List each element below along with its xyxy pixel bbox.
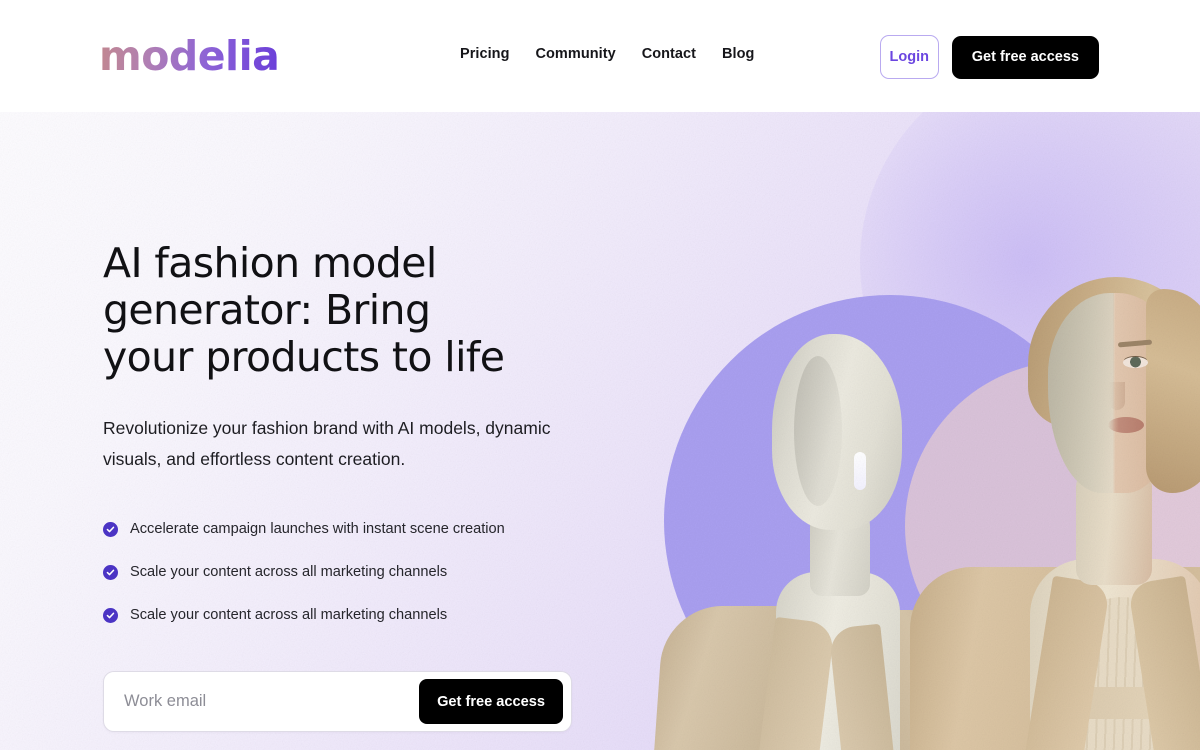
benefit-text: Scale your content across all marketing … — [130, 607, 448, 623]
email-signup-form: Get free access — [103, 671, 572, 732]
check-circle-icon — [103, 521, 118, 537]
list-item: Scale your content across all marketing … — [103, 606, 623, 624]
nav-item-blog[interactable]: Blog — [722, 46, 754, 62]
email-input[interactable] — [104, 672, 420, 731]
hero-section: AI fashion model generator: Bring your p… — [0, 112, 1200, 750]
nav-item-pricing[interactable]: Pricing — [460, 46, 510, 62]
model-skirt — [1048, 717, 1200, 750]
hero-headline: AI fashion model generator: Bring your p… — [103, 239, 505, 381]
check-circle-icon — [103, 564, 118, 580]
site-header: modelia Pricing Community Contact Blog L… — [0, 0, 1200, 112]
list-item: Scale your content across all marketing … — [103, 563, 623, 581]
list-item: Accelerate campaign launches with instan… — [103, 520, 623, 538]
nav-item-contact[interactable]: Contact — [642, 46, 696, 62]
brand-logo[interactable]: modelia — [99, 33, 280, 79]
header-get-free-access-button[interactable]: Get free access — [951, 35, 1099, 79]
check-circle-icon — [103, 607, 118, 623]
benefit-text: Scale your content across all marketing … — [130, 564, 448, 580]
hero-subheadline: Revolutionize your fashion brand with AI… — [103, 418, 551, 469]
model-belt — [1058, 687, 1186, 719]
hero-copy: AI fashion model generator: Bring your p… — [103, 240, 623, 624]
landing-page: modelia Pricing Community Contact Blog L… — [0, 0, 1200, 750]
login-button[interactable]: Login — [879, 35, 939, 79]
header-actions: Login Get free access — [879, 35, 1099, 79]
hero-get-free-access-button[interactable]: Get free access — [419, 679, 563, 724]
hero-benefits-list: Accelerate campaign launches with instan… — [103, 520, 623, 624]
nav-item-community[interactable]: Community — [536, 46, 616, 62]
main-navigation: Pricing Community Contact Blog — [460, 46, 754, 62]
benefit-text: Accelerate campaign launches with instan… — [130, 521, 505, 537]
